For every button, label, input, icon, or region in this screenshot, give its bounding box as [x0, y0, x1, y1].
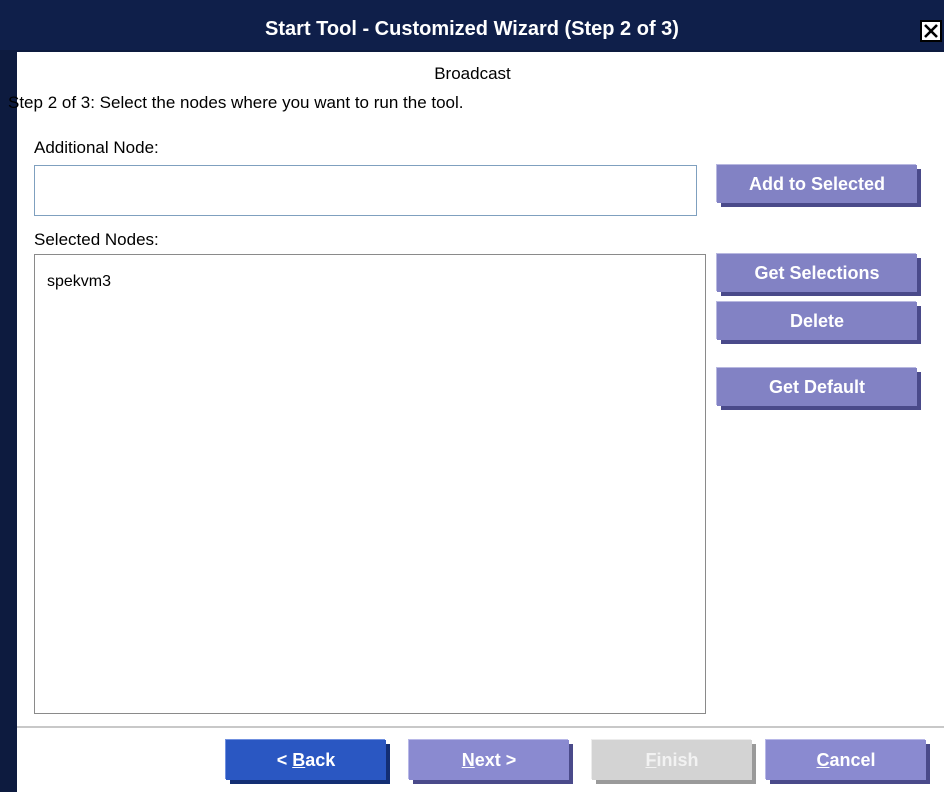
finish-rest: inish: [656, 750, 699, 770]
cancel-rest: ancel: [829, 750, 876, 770]
back-rest: ack: [305, 750, 336, 770]
step-instructions: Step 2 of 3: Select the nodes where you …: [8, 93, 464, 112]
next-rest: ext >: [474, 750, 517, 770]
footer-divider: [17, 726, 944, 728]
finish-mnemonic: F: [645, 750, 657, 770]
back-mnemonic: B: [292, 750, 306, 770]
next-mnemonic: N: [461, 750, 475, 770]
finish-button[interactable]: Finish: [592, 740, 752, 780]
back-button[interactable]: < Back: [226, 740, 386, 780]
additional-node-label: Additional Node:: [34, 138, 159, 157]
selected-nodes-label: Selected Nodes:: [34, 230, 159, 249]
title-bar: Start Tool - Customized Wizard (Step 2 o…: [0, 0, 944, 50]
window-title: Start Tool - Customized Wizard (Step 2 o…: [265, 18, 679, 40]
back-prefix: <: [276, 750, 293, 770]
selected-nodes-list[interactable]: spekvm3: [34, 254, 706, 714]
list-item[interactable]: spekvm3: [47, 273, 111, 291]
close-icon: [924, 24, 938, 38]
additional-node-input[interactable]: [34, 165, 697, 216]
delete-button[interactable]: Delete: [717, 302, 917, 340]
wizard-subtitle: Broadcast: [434, 64, 511, 83]
close-button[interactable]: [920, 20, 942, 42]
cancel-button[interactable]: Cancel: [766, 740, 926, 780]
wizard-window: Start Tool - Customized Wizard (Step 2 o…: [0, 0, 944, 792]
wizard-body: Broadcast Step 2 of 3: Select the nodes …: [8, 52, 944, 792]
get-default-button[interactable]: Get Default: [717, 368, 917, 406]
add-to-selected-button[interactable]: Add to Selected: [717, 165, 917, 203]
next-button[interactable]: Next >: [409, 740, 569, 780]
get-selections-button[interactable]: Get Selections: [717, 254, 917, 292]
cancel-mnemonic: C: [816, 750, 830, 770]
